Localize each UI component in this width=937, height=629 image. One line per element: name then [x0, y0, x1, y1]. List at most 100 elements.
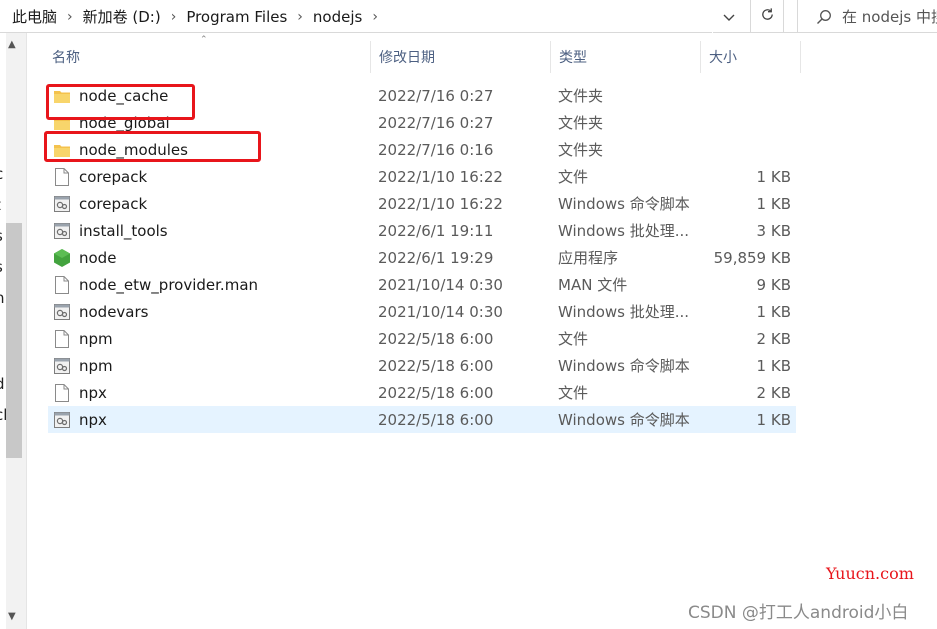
file-name[interactable]: npx: [79, 411, 107, 429]
file-row[interactable]: npx 2022/5/18 6:00 Windows 命令脚本 1 KB: [48, 406, 796, 433]
search-input[interactable]: 在 nodejs 中搜索: [842, 6, 937, 27]
file-name[interactable]: npx: [79, 384, 107, 402]
file-size: 3 KB: [756, 221, 791, 240]
file-type: Windows 命令脚本: [558, 411, 690, 429]
nav-fragment: t: [0, 196, 1, 214]
file-size: 59,859 KB: [713, 248, 791, 267]
file-name[interactable]: corepack: [79, 168, 147, 186]
file-type: Windows 命令脚本: [558, 357, 690, 375]
file-type: 应用程序: [558, 249, 619, 267]
file-date: 2022/7/16 0:27: [378, 86, 494, 105]
chevron-right-icon[interactable]: ›: [372, 9, 378, 25]
file-name[interactable]: nodevars: [79, 303, 149, 321]
scrollbar-thumb[interactable]: [6, 223, 22, 458]
refresh-button[interactable]: [750, 0, 784, 33]
scroll-down-icon[interactable]: ▼: [8, 611, 16, 622]
column-header-name[interactable]: 名称: [44, 41, 371, 73]
file-size: 1 KB: [756, 194, 791, 213]
file-icon: [54, 167, 70, 186]
file-date: 2022/5/18 6:00: [378, 410, 494, 429]
file-row[interactable]: npx 2022/5/18 6:00 文件 2 KB: [48, 379, 796, 406]
file-type: 文件: [558, 384, 589, 402]
file-date: 2022/7/16 0:16: [378, 140, 494, 159]
file-size: 2 KB: [756, 329, 791, 348]
file-size: 1 KB: [756, 410, 791, 429]
file-date: 2022/7/16 0:27: [378, 113, 494, 132]
nav-fragment: n: [0, 289, 5, 307]
script-icon: [54, 303, 70, 321]
file-size: 1 KB: [756, 356, 791, 375]
file-name-cell[interactable]: corepack: [54, 163, 364, 190]
file-date: 2022/1/10 16:22: [378, 167, 503, 186]
watermark-site: Yuucn.com: [826, 564, 914, 583]
file-row[interactable]: node 2022/6/1 19:29 应用程序 59,859 KB: [48, 244, 796, 271]
breadcrumb[interactable]: 此电脑 › 新加卷 (D:) › Program Files › nodejs …: [0, 0, 750, 33]
file-name-cell[interactable]: npx: [54, 379, 364, 406]
nav-fragment: cl: [0, 406, 6, 424]
file-date: 2022/6/1 19:29: [378, 248, 494, 267]
chevron-down-icon: [723, 8, 735, 26]
breadcrumb-this-pc[interactable]: 此电脑: [12, 6, 57, 27]
chevron-right-icon[interactable]: ›: [171, 9, 177, 25]
file-size: [698, 82, 791, 109]
address-bar: 此电脑 › 新加卷 (D:) › Program Files › nodejs …: [0, 0, 937, 33]
node-app-icon: [54, 248, 70, 267]
file-type: Windows 批处理...: [558, 222, 690, 240]
file-name-cell[interactable]: node: [54, 244, 364, 271]
nav-fragment: c: [0, 165, 3, 183]
nav-fragment: (: [0, 105, 1, 123]
file-name-cell[interactable]: npx: [54, 406, 364, 433]
file-name-cell[interactable]: npm: [54, 325, 364, 352]
file-date: 2022/5/18 6:00: [378, 356, 494, 375]
breadcrumb-drive-d[interactable]: 新加卷 (D:): [83, 6, 161, 27]
breadcrumb-program-files[interactable]: Program Files: [186, 8, 287, 26]
file-type: MAN 文件: [558, 276, 628, 294]
file-type: 文件夹: [558, 114, 604, 132]
file-name-cell[interactable]: node_etw_provider.man: [54, 271, 364, 298]
file-name[interactable]: node: [79, 249, 116, 267]
address-history-dropdown[interactable]: [712, 0, 745, 33]
file-name-cell[interactable]: install_tools: [54, 217, 364, 244]
file-type: 文件: [558, 168, 589, 186]
file-size: 1 KB: [756, 167, 791, 186]
file-row[interactable]: npm 2022/5/18 6:00 Windows 命令脚本 1 KB: [48, 352, 796, 379]
file-date: 2022/6/1 19:11: [378, 221, 494, 240]
watermark-author: CSDN @打工人android小白: [688, 603, 909, 623]
file-date: 2021/10/14 0:30: [378, 302, 503, 321]
file-row[interactable]: npm 2022/5/18 6:00 文件 2 KB: [48, 325, 796, 352]
file-row[interactable]: install_tools 2022/6/1 19:11 Windows 批处理..…: [48, 217, 796, 244]
file-name[interactable]: node_etw_provider.man: [79, 276, 258, 294]
search-box[interactable]: 在 nodejs 中搜索: [797, 0, 937, 33]
nav-pane-clipped: ( c t s s n d cl: [0, 33, 6, 629]
nav-fragment: s: [0, 258, 3, 276]
file-name[interactable]: npm: [79, 357, 113, 375]
file-type: 文件夹: [558, 141, 604, 159]
file-type: 文件夹: [558, 87, 604, 105]
file-row[interactable]: corepack 2022/1/10 16:22 Windows 命令脚本 1 KB: [48, 190, 796, 217]
chevron-right-icon[interactable]: ›: [67, 9, 73, 25]
file-date: 2021/10/14 0:30: [378, 275, 503, 294]
file-date: 2022/1/10 16:22: [378, 194, 503, 213]
file-name[interactable]: npm: [79, 330, 113, 348]
search-icon: [817, 9, 831, 24]
column-header-type[interactable]: 类型: [551, 41, 701, 73]
scroll-up-icon[interactable]: ▲: [8, 39, 16, 50]
file-size: [698, 109, 791, 136]
file-name[interactable]: install_tools: [79, 222, 168, 240]
column-header-size[interactable]: 大小: [701, 41, 801, 73]
file-name[interactable]: corepack: [79, 195, 147, 213]
file-type: Windows 批处理...: [558, 303, 690, 321]
file-name-cell[interactable]: npm: [54, 352, 364, 379]
script-icon: [54, 411, 70, 429]
file-icon: [54, 275, 70, 294]
file-row[interactable]: corepack 2022/1/10 16:22 文件 1 KB: [48, 163, 796, 190]
file-row[interactable]: node_etw_provider.man 2021/10/14 0:30 MAN …: [48, 271, 796, 298]
script-icon: [54, 222, 70, 240]
file-row[interactable]: nodevars 2021/10/14 0:30 Windows 批处理... 1 K…: [48, 298, 796, 325]
column-header-date[interactable]: 修改日期: [371, 41, 551, 73]
file-name-cell[interactable]: corepack: [54, 190, 364, 217]
breadcrumb-nodejs[interactable]: nodejs: [313, 8, 362, 26]
file-name-cell[interactable]: nodevars: [54, 298, 364, 325]
file-date: 2022/5/18 6:00: [378, 383, 494, 402]
chevron-right-icon[interactable]: ›: [297, 9, 303, 25]
